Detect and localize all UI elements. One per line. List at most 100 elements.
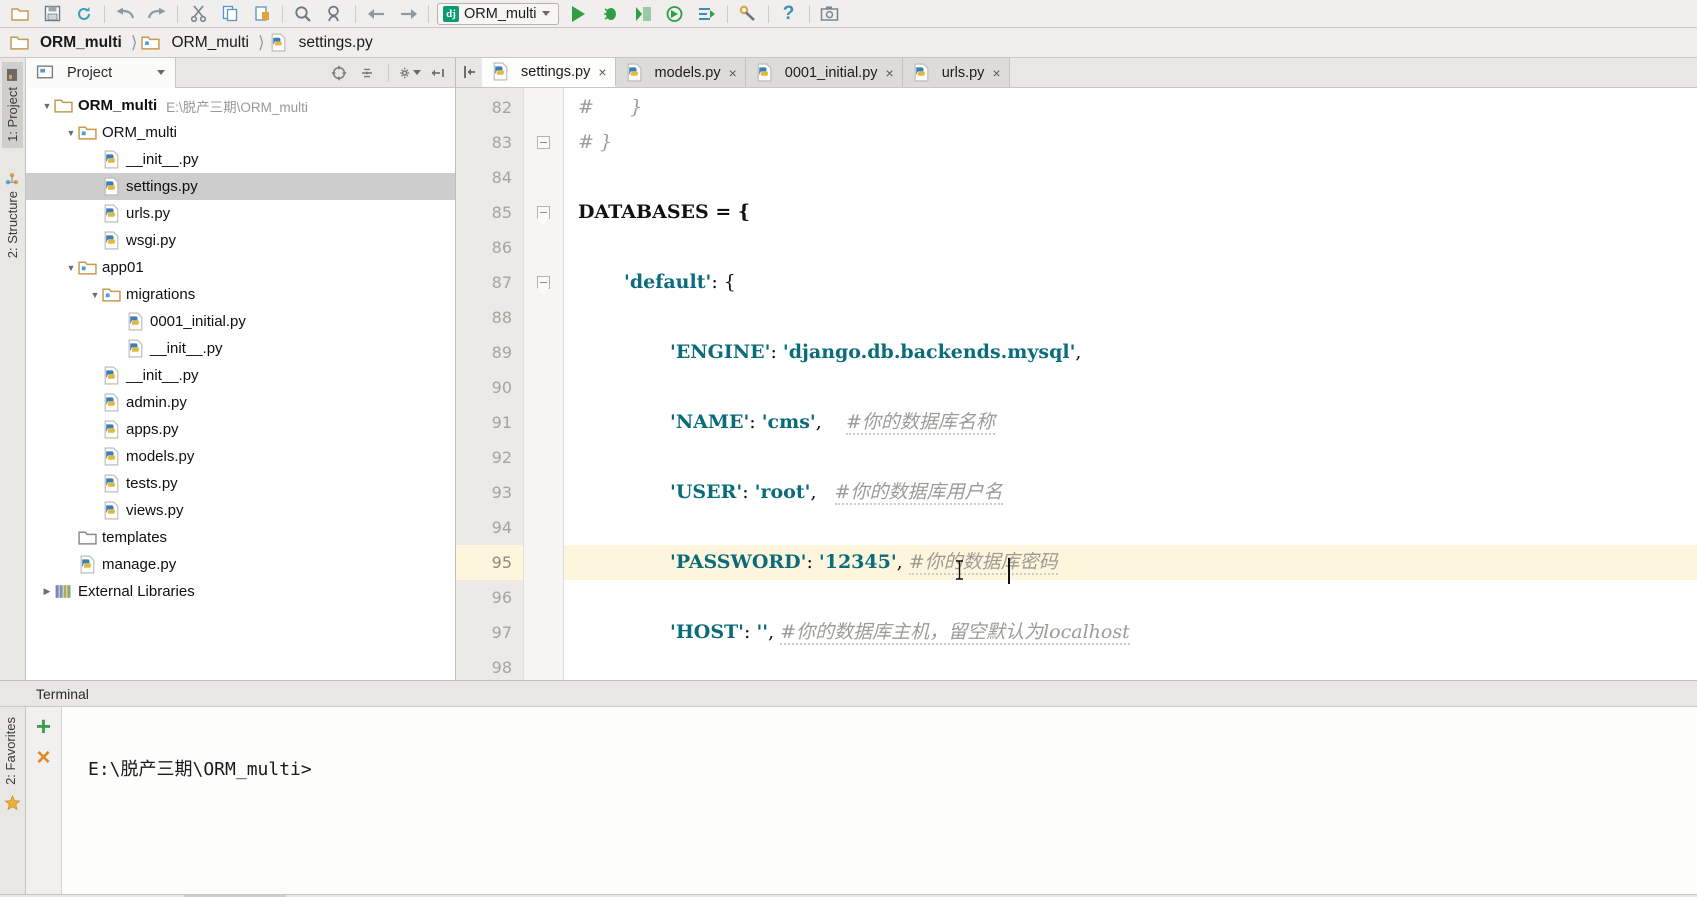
code-line[interactable] — [564, 510, 1697, 545]
fold-marker[interactable] — [524, 195, 563, 230]
tree-item-manage-py[interactable]: manage.py — [26, 551, 455, 578]
close-session-button[interactable]: × — [36, 746, 50, 770]
breadcrumb-item-2[interactable]: settings.py — [267, 31, 382, 55]
copy-icon[interactable] — [214, 1, 246, 27]
undo-icon[interactable] — [109, 1, 141, 27]
code-token: #你的数据库主机，留空默认为localhost — [780, 621, 1130, 645]
code-line[interactable] — [564, 230, 1697, 265]
terminal-output[interactable]: E:\脱产三期\ORM_multi> — [62, 707, 1697, 894]
debug-icon[interactable] — [595, 1, 627, 27]
tree-item-0001-initial-py[interactable]: 0001_initial.py — [26, 308, 455, 335]
code-line[interactable]: 'default': { — [564, 265, 1697, 300]
tree-item-apps-py[interactable]: apps.py — [26, 416, 455, 443]
code-line[interactable] — [564, 650, 1697, 680]
redo-icon[interactable] — [141, 1, 173, 27]
breadcrumb-item-1[interactable]: ORM_multi — [139, 31, 258, 55]
tab-models-py[interactable]: models.py × — [615, 58, 746, 87]
fold-minus-icon[interactable] — [537, 276, 550, 295]
chevron-right-icon[interactable]: ▶ — [40, 586, 54, 597]
tree-item-urls-py[interactable]: urls.py — [26, 200, 455, 227]
tree-item-views-py[interactable]: views.py — [26, 497, 455, 524]
gear-icon[interactable] — [399, 62, 421, 84]
close-icon[interactable]: × — [729, 65, 737, 81]
fold-gutter-cell — [524, 370, 563, 405]
code-line[interactable]: # } — [564, 125, 1697, 160]
help-icon[interactable]: ? — [773, 1, 805, 27]
code-line[interactable]: # } — [564, 90, 1697, 125]
tree-item-tests-py[interactable]: tests.py — [26, 470, 455, 497]
save-icon[interactable] — [36, 1, 68, 27]
tab-0001-initial-py[interactable]: 0001_initial.py × — [745, 58, 903, 87]
close-icon[interactable]: × — [886, 65, 894, 81]
tree-item---init---py[interactable]: __init__.py — [26, 335, 455, 362]
coverage-icon[interactable] — [627, 1, 659, 27]
collapse-all-icon[interactable] — [328, 62, 350, 84]
forward-icon[interactable] — [392, 1, 424, 27]
back-icon[interactable] — [360, 1, 392, 27]
chevron-down-icon[interactable]: ▼ — [64, 263, 78, 273]
tree-item-models-py[interactable]: models.py — [26, 443, 455, 470]
chevron-down-icon[interactable] — [157, 70, 166, 75]
tree-item-orm-multi[interactable]: ▼ ORM_multi E:\脱产三期\ORM_multi — [26, 92, 455, 119]
run-icon[interactable] — [563, 1, 595, 27]
tree-item-wsgi-py[interactable]: wsgi.py — [26, 227, 455, 254]
close-icon[interactable]: × — [598, 64, 606, 80]
tree-item-admin-py[interactable]: admin.py — [26, 389, 455, 416]
fold-marker[interactable] — [524, 265, 563, 300]
scroll-from-source-icon[interactable] — [356, 62, 378, 84]
find-in-path-icon[interactable] — [319, 1, 351, 27]
fold-minus-icon[interactable] — [537, 206, 550, 225]
sidebar-item-structure[interactable]: 2: Structure — [2, 166, 23, 264]
code-line[interactable]: DATABASES = { — [564, 195, 1697, 230]
sidebar-item-favorites[interactable]: 2: Favorites — [0, 711, 21, 791]
new-session-button[interactable]: + — [36, 713, 51, 739]
profile-icon[interactable] — [659, 1, 691, 27]
chevron-down-icon[interactable]: ▼ — [40, 101, 54, 111]
tree-item---init---py[interactable]: __init__.py — [26, 362, 455, 389]
cut-icon[interactable] — [182, 1, 214, 27]
breadcrumb-item-0[interactable]: ORM_multi — [8, 31, 131, 55]
code-line[interactable] — [564, 580, 1697, 615]
code-lines[interactable]: # } # } DATABASES = { 'default': { 'ENGINE':… — [564, 88, 1697, 680]
tree-item---init---py[interactable]: __init__.py — [26, 146, 455, 173]
sync-icon[interactable] — [68, 1, 100, 27]
tree-item-migrations[interactable]: ▼ migrations — [26, 281, 455, 308]
tree-item-app01[interactable]: ▼ app01 — [26, 254, 455, 281]
tree-item-external-libraries[interactable]: ▶ External Libraries — [26, 578, 455, 605]
paste-icon[interactable] — [246, 1, 278, 27]
code-folding-gutter[interactable] — [524, 88, 564, 680]
code-line[interactable] — [564, 440, 1697, 475]
chevron-down-icon[interactable]: ▼ — [64, 128, 78, 138]
fold-minus-icon[interactable] — [537, 136, 550, 149]
open-folder-icon[interactable] — [4, 1, 36, 27]
sidebar-item-project[interactable]: 1: Project — [2, 62, 23, 148]
settings-wrench-icon[interactable] — [732, 1, 764, 27]
code-line[interactable]: 'HOST': '', #你的数据库主机，留空默认为localhost — [564, 615, 1697, 650]
code-line[interactable]: 'ENGINE': 'django.db.backends.mysql', — [564, 335, 1697, 370]
screenshot-icon[interactable] — [814, 1, 846, 27]
code-line[interactable] — [564, 370, 1697, 405]
favorites-star-icon[interactable] — [0, 794, 25, 812]
fold-marker[interactable] — [524, 125, 563, 160]
code-line[interactable] — [564, 300, 1697, 335]
tab-urls-py[interactable]: urls.py × — [902, 58, 1010, 87]
code-line[interactable]: 'USER': 'root', #你的数据库用户名 — [564, 475, 1697, 510]
code-line[interactable]: 'NAME': 'cms', #你的数据库名称 — [564, 405, 1697, 440]
run-configuration-selector[interactable]: dj ORM_multi — [437, 2, 559, 25]
close-icon[interactable]: × — [992, 65, 1000, 81]
tree-item-templates[interactable]: templates — [26, 524, 455, 551]
tree-item-settings-py[interactable]: settings.py — [26, 173, 455, 200]
attach-icon[interactable] — [691, 1, 723, 27]
chevron-down-icon[interactable]: ▼ — [88, 290, 102, 300]
find-icon[interactable] — [287, 1, 319, 27]
tab-list-icon[interactable] — [456, 57, 482, 87]
project-view-tab[interactable]: Project — [26, 57, 177, 88]
project-tree[interactable]: ▼ ORM_multi E:\脱产三期\ORM_multi ▼ ORM_multi __i… — [26, 88, 455, 680]
code-line[interactable] — [564, 160, 1697, 195]
tree-item-orm-multi[interactable]: ▼ ORM_multi — [26, 119, 455, 146]
code-token: 'HOST' — [670, 621, 744, 643]
code-line[interactable]: 'PASSWORD': '12345', #你的数据库密码 — [564, 545, 1697, 580]
code-editor[interactable]: 82 83 84 85 86 87 88 89 90 91 92 93 94 95 96 97 98 # } # … — [456, 88, 1697, 680]
hide-panel-icon[interactable] — [427, 62, 449, 84]
tab-settings-py[interactable]: settings.py × — [482, 58, 616, 87]
